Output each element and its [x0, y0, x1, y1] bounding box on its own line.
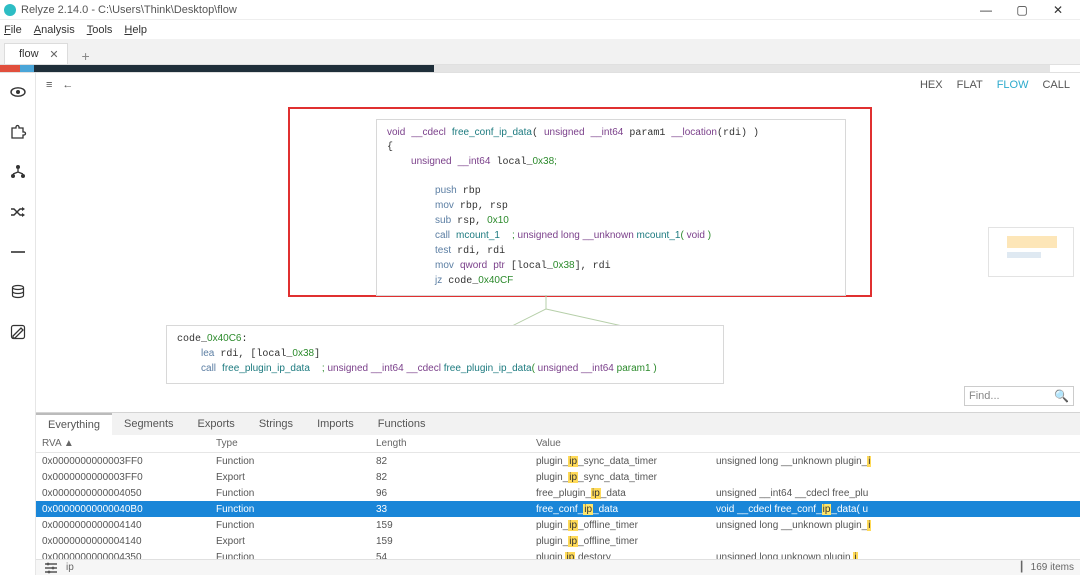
close-button[interactable]: ✕	[1040, 3, 1076, 17]
tool-rail	[0, 73, 36, 575]
column-header[interactable]: RVA ▲	[36, 438, 216, 449]
menu-icon[interactable]: ≡	[46, 79, 52, 91]
table-row[interactable]: 0x0000000000003FF0Function82plugin_ip_sy…	[36, 453, 1080, 469]
close-tab-icon[interactable]: ✕	[49, 48, 58, 61]
segment[interactable]	[434, 65, 1050, 72]
filter-text: ip	[66, 562, 74, 573]
view-flow[interactable]: FLOW	[997, 79, 1029, 91]
segment[interactable]	[20, 65, 34, 72]
tab-imports[interactable]: Imports	[305, 414, 366, 434]
find-placeholder: Find...	[969, 390, 1000, 402]
menu-bar: File Analysis Tools Help	[0, 20, 1080, 39]
column-header[interactable]: Length	[376, 438, 536, 449]
tab-exports[interactable]: Exports	[186, 414, 247, 434]
minimap[interactable]	[988, 227, 1074, 277]
menu-file[interactable]: File	[4, 24, 22, 36]
puzzle-icon[interactable]	[9, 123, 27, 141]
find-box[interactable]: Find... 🔍	[964, 386, 1074, 406]
edit-icon[interactable]	[9, 323, 27, 341]
tab-functions[interactable]: Functions	[366, 414, 438, 434]
table-row[interactable]: 0x0000000000004050Function96free_plugin_…	[36, 485, 1080, 501]
table-row[interactable]: 0x0000000000004350Function54plugin ip de…	[36, 549, 1080, 559]
results-table[interactable]: 0x0000000000003FF0Function82plugin_ip_sy…	[36, 453, 1080, 559]
table-row[interactable]: 0x0000000000004140Function159plugin_ip_o…	[36, 517, 1080, 533]
minimize-button[interactable]: —	[968, 3, 1004, 17]
table-row[interactable]: 0x00000000000040B0Function33free_conf_ip…	[36, 501, 1080, 517]
maximize-button[interactable]: ▢	[1004, 3, 1040, 17]
hierarchy-icon[interactable]	[9, 163, 27, 181]
tab-segments[interactable]: Segments	[112, 414, 186, 434]
database-icon[interactable]	[9, 283, 27, 301]
eye-icon[interactable]	[9, 83, 27, 101]
menu-tools[interactable]: Tools	[87, 24, 113, 36]
new-tab-button[interactable]: +	[76, 48, 96, 64]
back-icon[interactable]: ←	[62, 79, 73, 91]
search-icon[interactable]: 🔍	[1054, 389, 1069, 403]
item-count: 169 items	[1031, 562, 1074, 573]
code-block-main[interactable]: void __cdecl free_conf_ip_data( unsigned…	[376, 119, 846, 296]
document-tab[interactable]: flow ✕	[4, 43, 68, 64]
table-header[interactable]: RVA ▲TypeLengthValue	[36, 435, 1080, 453]
menu-analysis[interactable]: Analysis	[34, 24, 75, 36]
menu-help[interactable]: Help	[124, 24, 147, 36]
divider-icon: ┃	[1019, 562, 1025, 573]
view-flat[interactable]: FLAT	[957, 79, 983, 91]
app-logo	[4, 4, 16, 16]
segment[interactable]	[34, 65, 434, 72]
tab-everything[interactable]: Everything	[36, 413, 112, 435]
window-title: Relyze 2.14.0 - C:\Users\Think\Desktop\f…	[21, 4, 968, 16]
view-call[interactable]: CALL	[1042, 79, 1070, 91]
flow-canvas[interactable]: void __cdecl free_conf_ip_data( unsigned…	[36, 97, 1080, 412]
column-header[interactable]: Type	[216, 438, 376, 449]
tab-strings[interactable]: Strings	[247, 414, 305, 434]
segment[interactable]	[0, 65, 20, 72]
line-icon[interactable]	[9, 243, 27, 261]
column-header[interactable]: Value	[536, 438, 716, 449]
table-row[interactable]: 0x0000000000003FF0Export82plugin_ip_sync…	[36, 469, 1080, 485]
view-hex[interactable]: HEX	[920, 79, 943, 91]
shuffle-icon[interactable]	[9, 203, 27, 221]
table-row[interactable]: 0x0000000000004140Export159plugin_ip_off…	[36, 533, 1080, 549]
code-block-sub[interactable]: code_0x40C6: lea rdi, [local_0x38] call …	[166, 325, 724, 384]
bottom-tabs: EverythingSegmentsExportsStringsImportsF…	[36, 413, 1080, 435]
settings-icon[interactable]	[42, 559, 60, 575]
segment-overview-bar[interactable]	[0, 65, 1080, 73]
document-tab-label: flow	[19, 48, 39, 60]
